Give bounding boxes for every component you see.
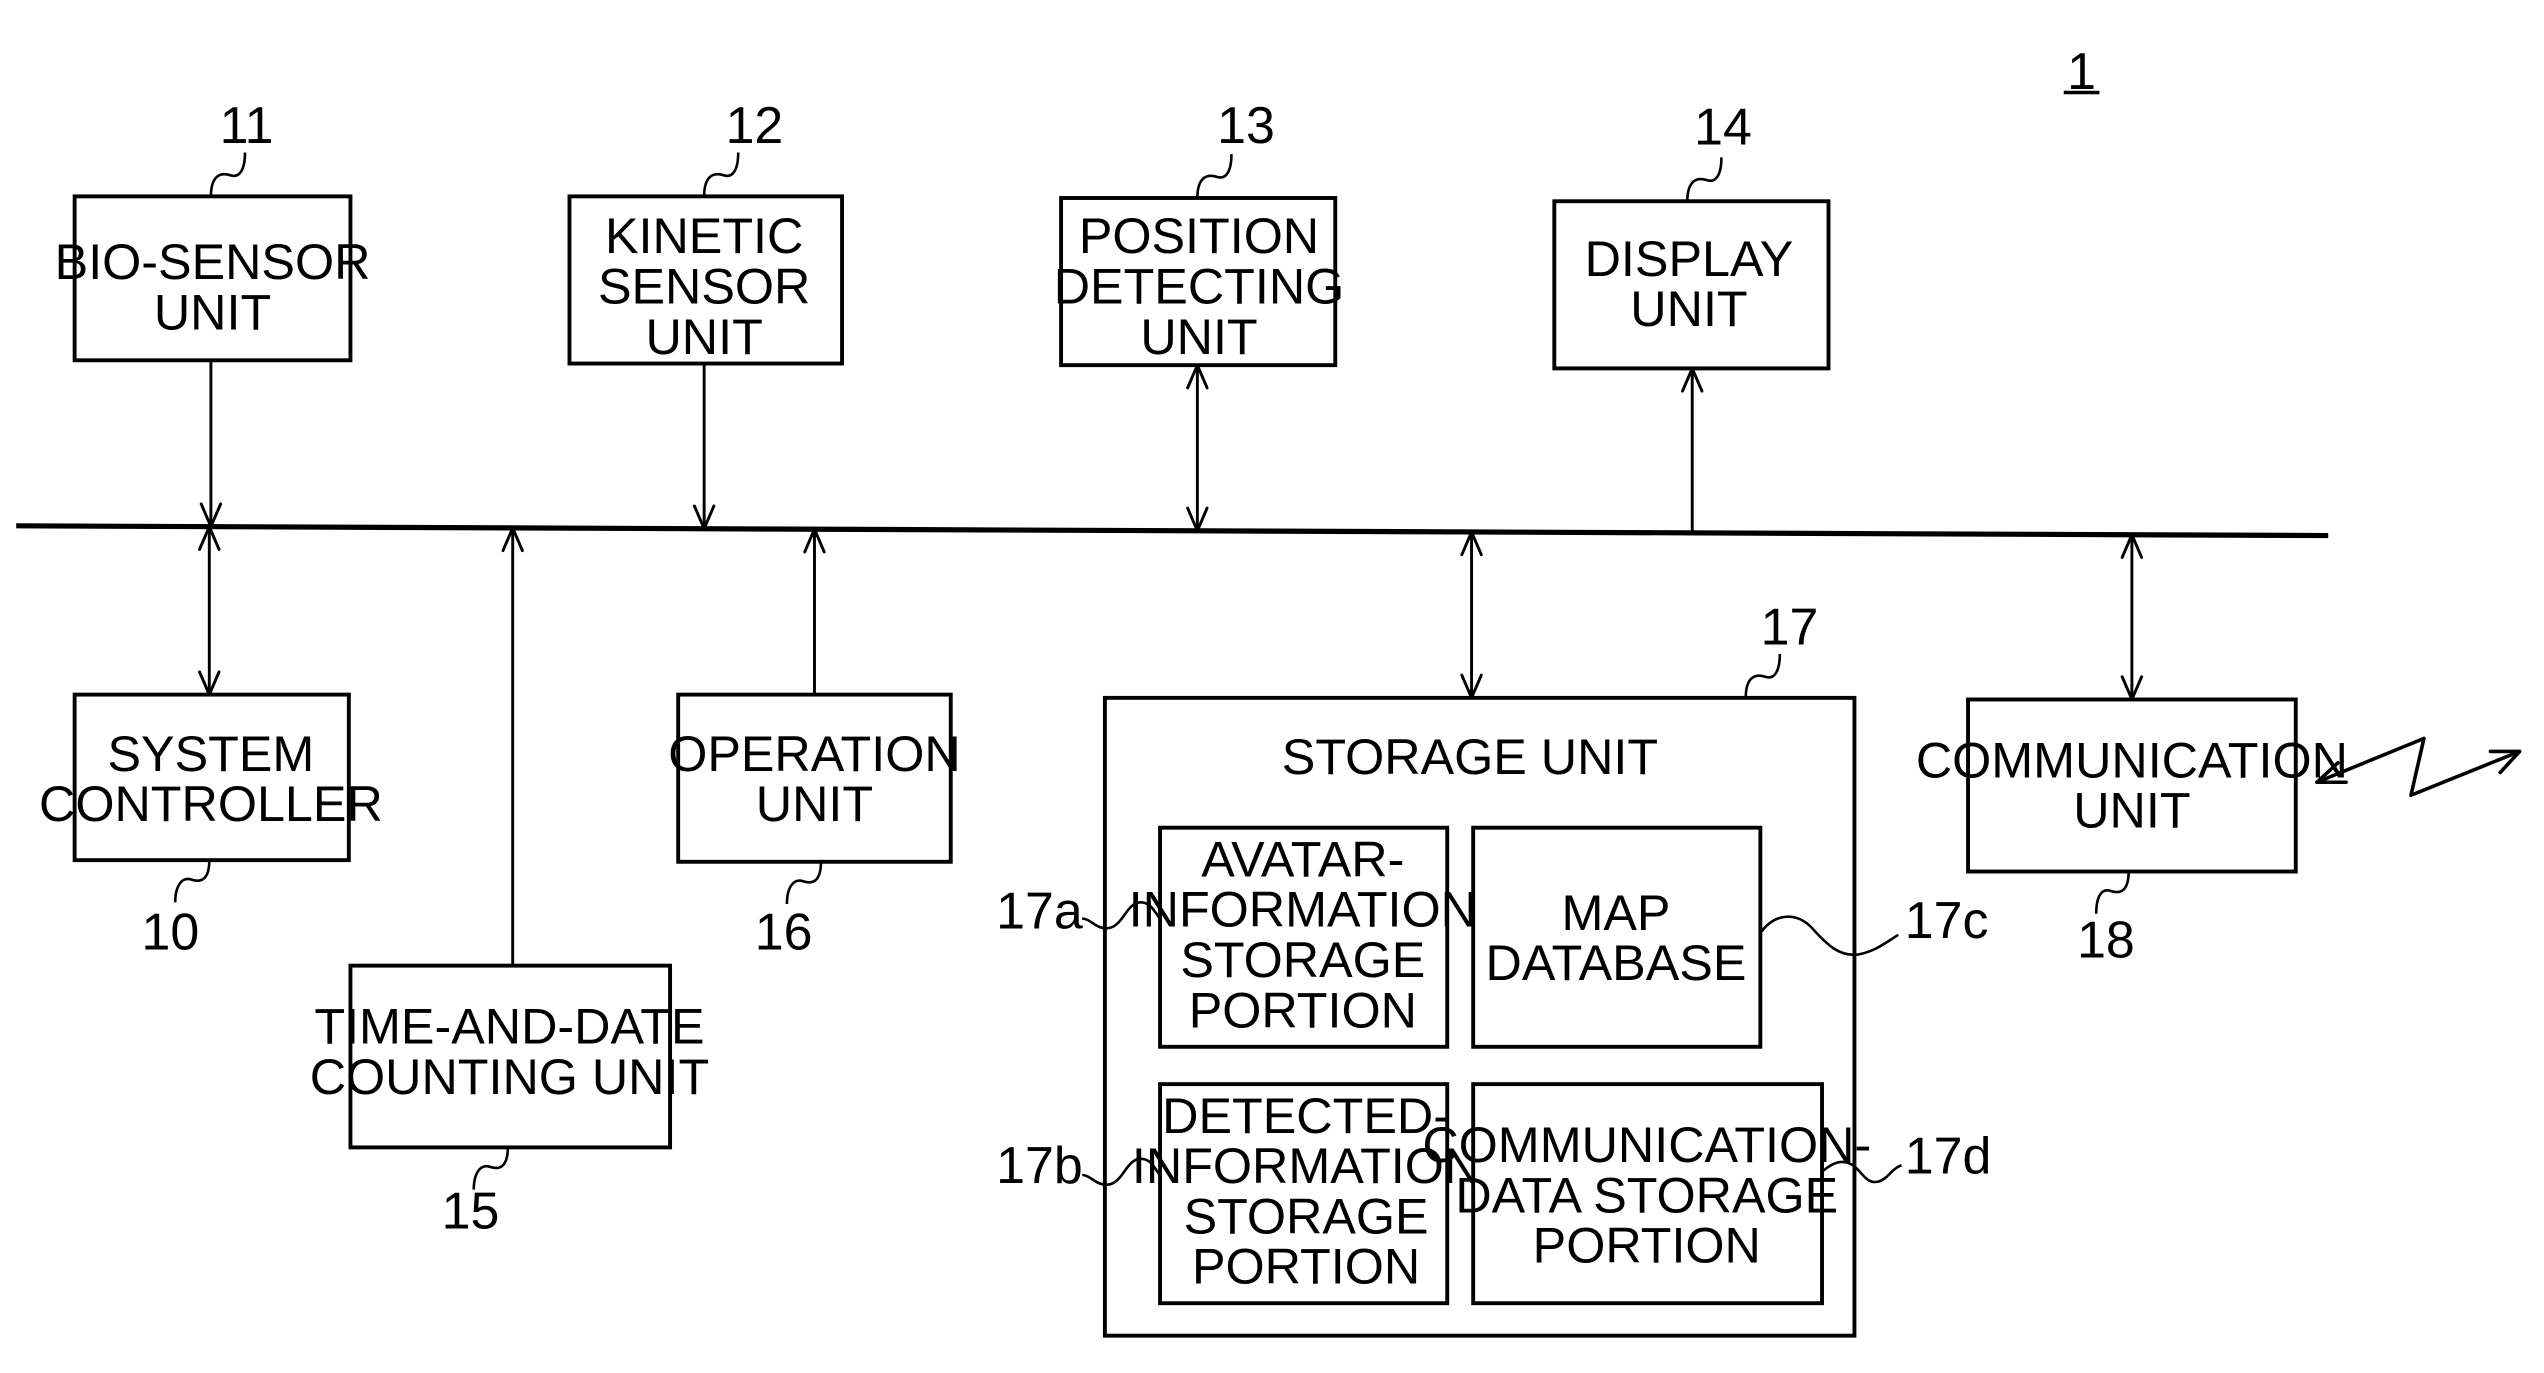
system-controller-leader-line (173, 860, 211, 903)
system-bus-line (16, 523, 2329, 539)
comm-data-label-line-3: PORTION (1533, 1217, 1761, 1274)
map-db-ref-number: 17c (1905, 892, 1989, 950)
portion-detected-info: DETECTED- INFORMATION STORAGE PORTION 17… (996, 1082, 1480, 1306)
kinetic-sensor-leader-line (702, 152, 740, 197)
detected-info-label-line-1: DETECTED- (1162, 1087, 1450, 1144)
comm-data-ref-number: 17d (1905, 1127, 1992, 1185)
detected-info-ref-number: 17b (996, 1137, 1083, 1195)
kinetic-sensor-label-line-3: UNIT (645, 308, 762, 365)
detected-info-label-line-3: STORAGE (1184, 1187, 1429, 1244)
operation-label-line-2: UNIT (756, 775, 873, 832)
block-operation: OPERATION UNIT 16 (668, 692, 961, 961)
time-and-date-label-line-2: COUNTING UNIT (310, 1048, 710, 1105)
system-controller-label-line-1: SYSTEM (108, 725, 315, 782)
kinetic-sensor-label-line-1: KINETIC (605, 207, 803, 264)
portion-map-db: MAP DATABASE 17c (1471, 825, 1989, 1049)
display-leader-line (1686, 157, 1723, 202)
storage-label: STORAGE UNIT (1282, 728, 1658, 785)
kinetic-sensor-ref-number: 12 (726, 97, 784, 155)
block-storage: STORAGE UNIT 17 AVATAR- INFORMATION STOR… (996, 598, 1992, 1338)
system-controller-ref-number: 10 (141, 903, 199, 961)
storage-leader-line (1744, 654, 1782, 698)
avatar-info-label-line-3: STORAGE (1180, 931, 1425, 988)
bio-sensor-ref-number: 11 (220, 97, 274, 155)
system-controller-label-line-2: CONTROLLER (39, 775, 383, 832)
time-and-date-label-line-1: TIME-AND-DATE (314, 998, 704, 1055)
display-ref-number: 14 (1694, 98, 1752, 156)
operation-ref-number: 16 (755, 903, 813, 961)
block-communication: COMMUNICATION UNIT 18 (1916, 697, 2522, 970)
block-bio-sensor: BIO-SENSOR UNIT 11 (55, 97, 371, 363)
avatar-info-label-line-1: AVATAR- (1201, 830, 1404, 887)
communication-leader-line (2094, 871, 2130, 914)
portion-avatar-info: AVATAR- INFORMATION STORAGE PORTION 17a (996, 825, 1477, 1049)
block-diagram: 1 BIO-SENSOR UNIT 11 KINETIC SENSOR UNIT… (16, 43, 2522, 1338)
avatar-info-label-line-4: PORTION (1189, 981, 1417, 1038)
map-db-label-line-2: DATABASE (1486, 934, 1747, 991)
position-detecting-ref-number: 13 (1217, 97, 1275, 155)
comm-data-label-line-2: DATA STORAGE (1455, 1166, 1838, 1223)
comm-data-label-line-1: COMMUNICATION- (1422, 1116, 1871, 1173)
storage-ref-number: 17 (1761, 598, 1819, 656)
position-detecting-label-line-1: POSITION (1079, 207, 1319, 264)
time-and-date-ref-number: 15 (442, 1183, 500, 1241)
block-position-detecting: POSITION DETECTING UNIT 13 (1054, 97, 1345, 368)
operation-leader-line (785, 861, 823, 904)
position-detecting-label-line-3: UNIT (1140, 308, 1257, 365)
detected-info-label-line-4: PORTION (1192, 1238, 1420, 1295)
communication-ref-number: 18 (2077, 912, 2135, 970)
bio-sensor-label-line-2: UNIT (154, 283, 271, 340)
figure-reference: 1 (2063, 43, 2100, 101)
display-label-line-1: DISPLAY (1585, 230, 1794, 287)
portion-comm-data: COMMUNICATION- DATA STORAGE PORTION 17d (1422, 1082, 1992, 1306)
block-system-controller: SYSTEM CONTROLLER 10 (39, 692, 383, 961)
block-kinetic-sensor: KINETIC SENSOR UNIT 12 (567, 97, 844, 366)
map-db-label-line-1: MAP (1561, 884, 1670, 941)
communication-label-line-2: UNIT (2073, 782, 2190, 839)
position-detecting-leader-line (1196, 154, 1233, 199)
operation-label-line-1: OPERATION (668, 725, 960, 782)
avatar-info-ref-number: 17a (996, 882, 1083, 940)
communication-label-line-1: COMMUNICATION (1916, 731, 2348, 788)
position-detecting-label-line-2: DETECTING (1054, 257, 1345, 314)
bio-sensor-leader-line (209, 152, 247, 197)
bio-sensor-label-line-1: BIO-SENSOR (55, 233, 371, 290)
block-display: DISPLAY UNIT 14 (1552, 98, 1831, 371)
avatar-info-label-line-2: INFORMATION (1129, 881, 1477, 938)
block-time-and-date: TIME-AND-DATE COUNTING UNIT 15 (310, 963, 710, 1241)
display-label-line-2: UNIT (1630, 280, 1747, 337)
kinetic-sensor-label-line-2: SENSOR (598, 257, 810, 314)
